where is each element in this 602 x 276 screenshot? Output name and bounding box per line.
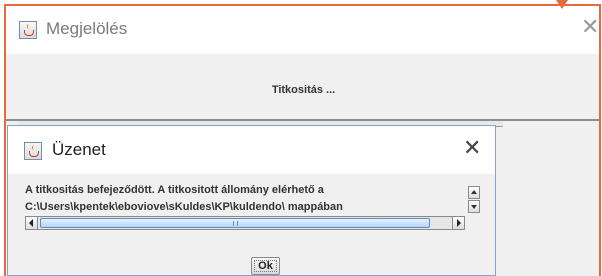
highlight-frame bbox=[4, 4, 601, 276]
highlight-arrow-icon bbox=[556, 0, 568, 9]
